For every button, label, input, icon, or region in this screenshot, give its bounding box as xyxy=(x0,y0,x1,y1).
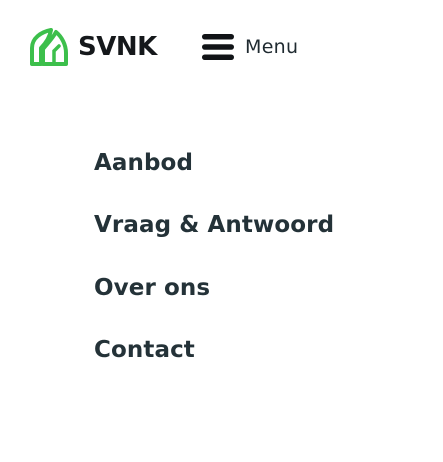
nav-item-aanbod: Aanbod xyxy=(94,146,334,208)
menu-label: Menu xyxy=(245,36,299,58)
leaf-house-icon xyxy=(30,28,68,66)
nav-item-vraag-antwoord: Vraag & Antwoord xyxy=(94,208,334,270)
main-navigation: Aanbod Vraag & Antwoord Over ons Contact xyxy=(94,146,334,396)
nav-link-over-ons[interactable]: Over ons xyxy=(94,271,210,305)
brand-home-link[interactable]: SVNK xyxy=(29,27,157,67)
nav-item-over-ons: Over ons xyxy=(94,271,334,333)
nav-item-contact: Contact xyxy=(94,333,334,395)
nav-link-vraag-antwoord[interactable]: Vraag & Antwoord xyxy=(94,208,334,242)
site-header: SVNK Menu xyxy=(0,0,443,96)
nav-link-contact[interactable]: Contact xyxy=(94,333,195,367)
brand-name: SVNK xyxy=(78,32,157,62)
menu-toggle-button[interactable]: Menu xyxy=(201,30,298,64)
hamburger-icon xyxy=(202,34,234,60)
nav-link-aanbod[interactable]: Aanbod xyxy=(94,146,193,180)
